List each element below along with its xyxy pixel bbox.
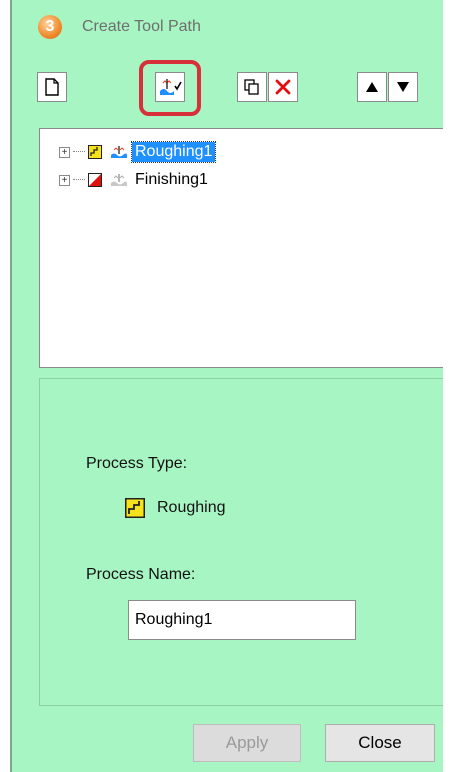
tree-item-label[interactable]: Finishing1 <box>132 170 211 190</box>
expand-icon[interactable]: + <box>59 146 70 158</box>
tree-connector <box>73 151 85 153</box>
close-button[interactable]: Close <box>325 724 435 762</box>
process-name-input[interactable] <box>128 600 356 640</box>
process-panel <box>39 378 443 706</box>
roughing-type-icon <box>88 145 102 159</box>
generate-toolpath-button[interactable] <box>155 72 185 102</box>
process-type-value: Roughing <box>157 499 226 516</box>
app-logo-icon: 3 <box>38 15 62 39</box>
process-tree[interactable]: + Roughing1 + Finishing1 <box>39 128 443 368</box>
new-document-icon <box>45 78 59 96</box>
process-type-label: Process Type: <box>86 455 188 472</box>
new-button[interactable] <box>37 72 67 102</box>
tree-item-roughing[interactable]: + Roughing1 <box>40 141 217 163</box>
delete-button[interactable] <box>268 72 298 102</box>
copy-button[interactable] <box>237 72 267 102</box>
move-down-icon <box>397 82 409 92</box>
apply-button[interactable]: Apply <box>193 724 301 762</box>
title-bar: 3 Create Tool Path <box>12 0 443 52</box>
delete-icon <box>275 79 291 95</box>
tree-item-label[interactable]: Roughing1 <box>130 141 217 163</box>
finishing-type-icon <box>88 173 102 187</box>
roughing-type-icon <box>125 498 145 518</box>
toolpath-disabled-icon <box>111 174 127 186</box>
window-title: Create Tool Path <box>82 18 201 35</box>
move-down-button[interactable] <box>388 72 418 102</box>
process-name-label: Process Name: <box>86 566 196 583</box>
move-up-button[interactable] <box>357 72 387 102</box>
toolbar <box>12 54 443 124</box>
move-up-icon <box>366 82 378 92</box>
dialog-window: 3 Create Tool Path + Roughing1 + Finishi… <box>10 0 443 772</box>
tree-item-finishing[interactable]: + Finishing1 <box>40 169 211 191</box>
tree-connector <box>73 179 85 181</box>
copy-icon <box>244 79 259 95</box>
expand-icon[interactable]: + <box>59 174 70 186</box>
toolpath-icon <box>111 146 127 158</box>
toolpath-generate-icon <box>160 79 182 95</box>
